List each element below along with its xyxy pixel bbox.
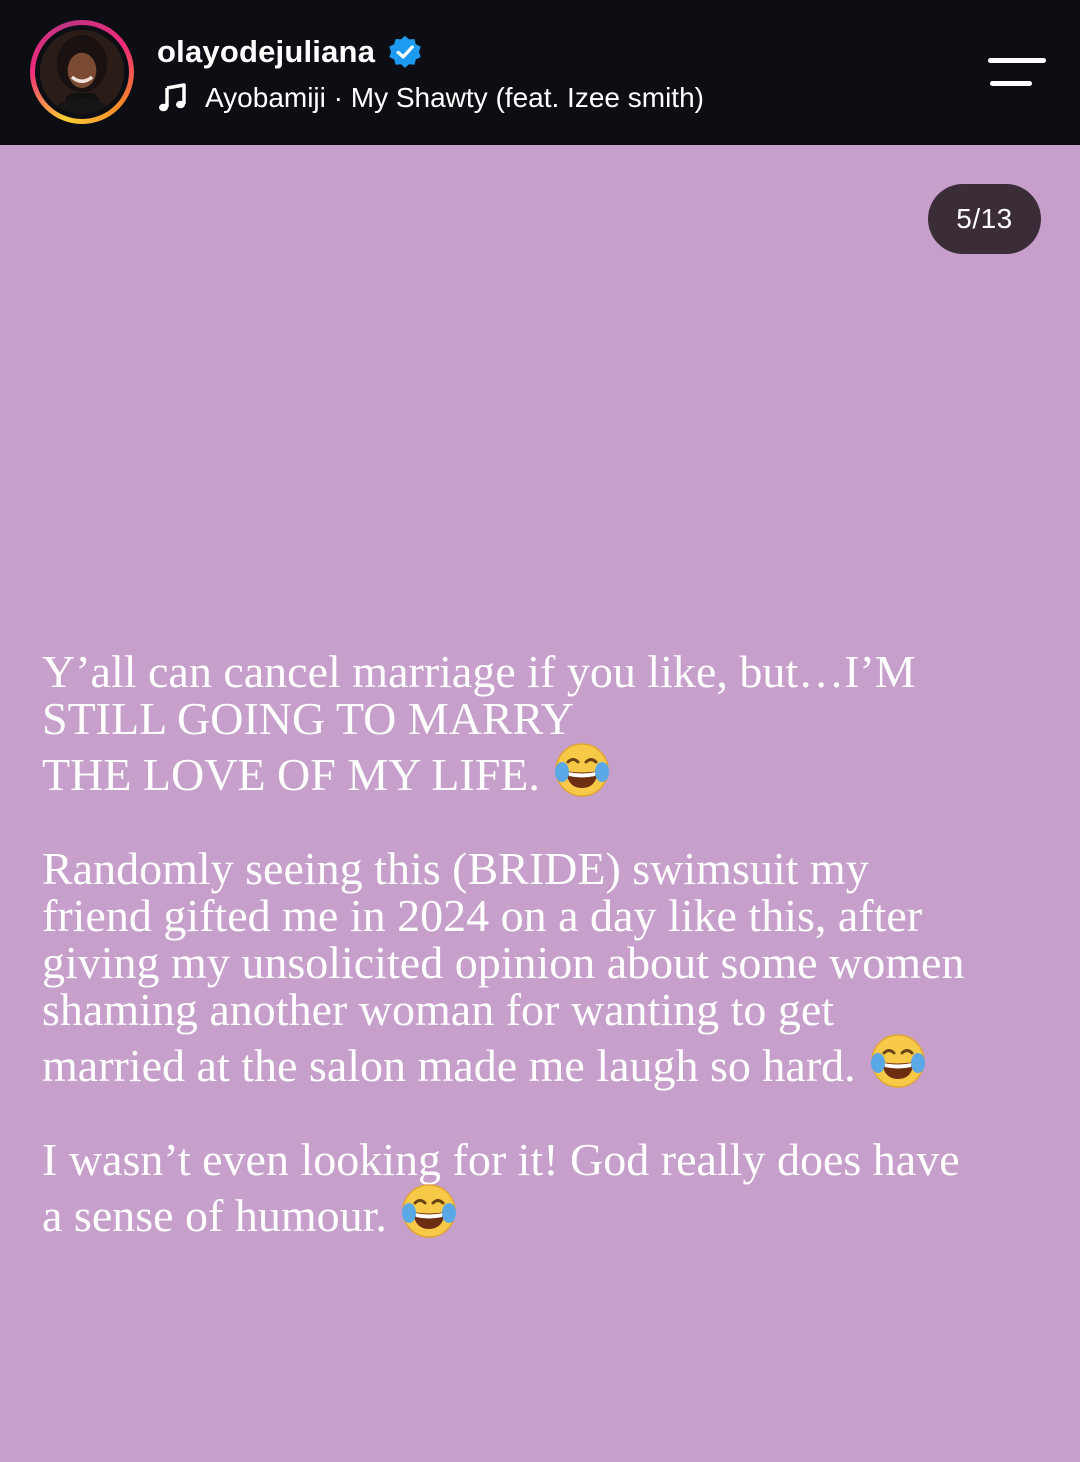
avatar-photo: [40, 30, 124, 114]
text-line: married at the salon made me laugh so ha…: [42, 1040, 856, 1091]
paragraph-2: Randomly seeing this (BRIDE) swimsuit my…: [42, 845, 1042, 1089]
text-line: I wasn’t even looking for it! God really…: [42, 1134, 960, 1185]
text-line: STILL GOING TO MARRY: [42, 693, 575, 744]
text-line: shaming another woman for wanting to get: [42, 984, 835, 1035]
text-line: Randomly seeing this (BRIDE) swimsuit my: [42, 843, 869, 894]
face-with-tears-of-joy-icon: [554, 742, 610, 798]
music-info[interactable]: Ayobamiji · My Shawty (feat. Izee smith): [157, 78, 704, 118]
paragraph-3: I wasn’t even looking for it! God really…: [42, 1136, 1042, 1239]
verified-badge-icon: [387, 34, 423, 70]
story-header: olayodejuliana Ayobamiji · My Shawty (fe…: [0, 0, 1080, 145]
track-title: Ayobamiji · My Shawty (feat. Izee smith): [205, 82, 704, 113]
story-text: Y’all can cancel marriage if you like, b…: [42, 648, 1042, 1239]
text-line: Y’all can cancel marriage if you like, b…: [42, 646, 916, 697]
menu-icon[interactable]: [988, 56, 1050, 92]
text-line: friend gifted me in 2024 on a day like t…: [42, 890, 923, 941]
text-line: giving my unsolicited opinion about some…: [42, 937, 965, 988]
profile-avatar[interactable]: [30, 20, 134, 124]
story-counter: 5/13: [928, 184, 1041, 254]
face-with-tears-of-joy-icon: [870, 1033, 926, 1089]
text-line: THE LOVE OF MY LIFE.: [42, 749, 540, 800]
paragraph-1: Y’all can cancel marriage if you like, b…: [42, 648, 1042, 798]
music-note-icon: [157, 82, 189, 114]
username[interactable]: olayodejuliana: [157, 34, 375, 70]
face-with-tears-of-joy-icon: [401, 1183, 457, 1239]
text-line: a sense of humour.: [42, 1190, 387, 1241]
